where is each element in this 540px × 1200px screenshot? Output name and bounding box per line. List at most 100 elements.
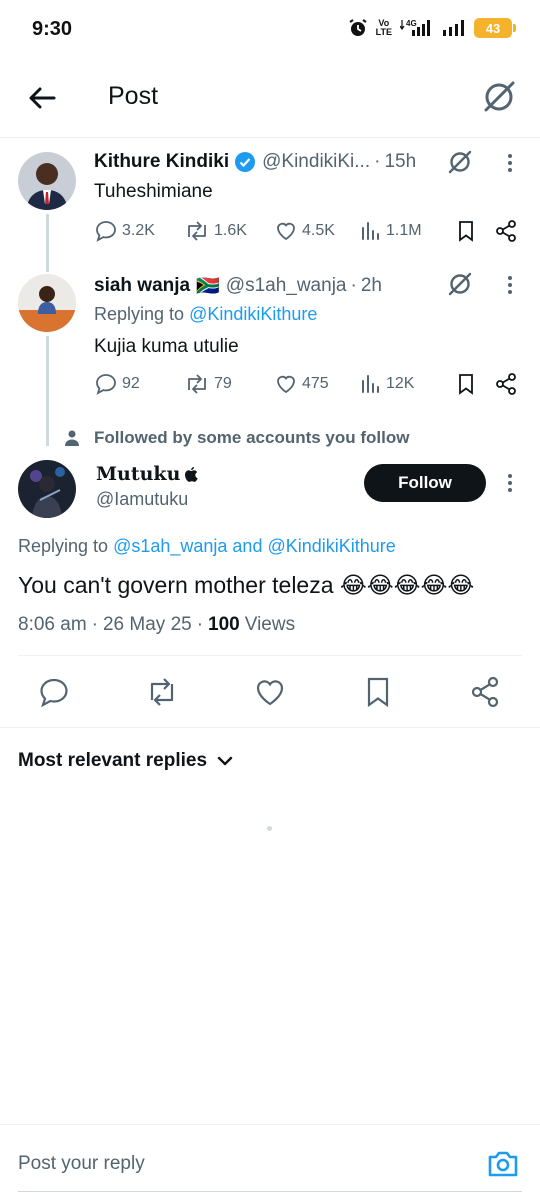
author-name[interactable]: Kithure Kindiki — [94, 151, 229, 173]
reply-icon — [96, 221, 116, 242]
repost-icon[interactable] — [144, 674, 180, 710]
svg-text:4G: 4G — [406, 19, 417, 28]
heart-icon — [277, 222, 295, 241]
reply-count: 3.2K — [122, 222, 155, 239]
reply-icon[interactable] — [36, 674, 72, 710]
thread-connector — [46, 336, 49, 446]
sort-label: Most relevant replies — [18, 750, 208, 771]
author-handle[interactable]: @s1ah_wanja — [226, 275, 347, 297]
battery-icon: 43 — [474, 18, 516, 38]
signal-4g-icon: 4G — [400, 19, 430, 36]
replying-to: Replying to @s1ah_wanja and @KindikiKith… — [18, 536, 396, 556]
back-arrow-icon[interactable] — [26, 82, 58, 114]
loading-indicator — [267, 826, 272, 831]
views-label: Views — [244, 614, 296, 635]
person-icon — [65, 430, 79, 446]
tweet-text: Tuheshimiane — [94, 181, 213, 202]
grok-icon[interactable] — [446, 148, 474, 176]
reply-input[interactable]: Post your reply — [18, 1153, 438, 1179]
divider — [18, 655, 522, 656]
tweet-header: siah wanja 🇿🇦 @s1ah_wanja · 2h — [94, 274, 382, 298]
social-context-text: Followed by some accounts you follow — [94, 428, 410, 447]
avatar[interactable] — [18, 274, 76, 332]
mention-link[interactable]: @KindikiKithure — [189, 304, 317, 324]
grok-icon[interactable] — [446, 270, 474, 298]
heart-icon[interactable] — [252, 674, 288, 710]
verified-badge-icon — [235, 152, 256, 172]
flag-emoji: 🇿🇦 — [196, 276, 220, 297]
views-count: 1.1M — [386, 222, 422, 239]
bookmark-icon[interactable] — [454, 219, 478, 243]
views-count: 100 — [208, 614, 240, 635]
reply-composer: Post your reply — [0, 1124, 540, 1200]
like-count: 475 — [302, 375, 329, 392]
heart-icon — [277, 375, 295, 394]
share-icon[interactable] — [494, 219, 518, 243]
apple-icon — [185, 467, 199, 482]
reply-underline — [18, 1191, 522, 1192]
share-icon[interactable] — [467, 674, 503, 710]
main-author-name[interactable]: Mutuku — [96, 463, 199, 485]
separator-dot: · — [374, 151, 381, 172]
reply-button[interactable]: 3.2K — [94, 219, 184, 243]
views-button[interactable]: 12K — [360, 372, 454, 396]
signal-icon — [443, 20, 464, 36]
main-post-actions — [0, 668, 540, 716]
like-button[interactable]: 4.5K — [274, 219, 360, 243]
status-time: 9:30 — [32, 18, 73, 40]
more-options-icon[interactable] — [498, 151, 522, 175]
author-handle[interactable]: @KindikiKi... — [262, 151, 370, 173]
page-title: Post — [108, 82, 159, 110]
tweet-actions: 3.2K 1.6K 4.5K 1.1M — [94, 219, 518, 243]
mention-link[interactable]: @s1ah_wanja and @KindikiKithure — [113, 536, 396, 556]
bookmark-icon[interactable] — [454, 372, 478, 396]
like-count: 4.5K — [302, 222, 335, 239]
share-icon[interactable] — [494, 372, 518, 396]
tweet-actions: 92 79 475 12K — [94, 372, 518, 396]
repost-count: 1.6K — [214, 222, 247, 239]
divider — [0, 727, 540, 728]
repost-button[interactable]: 79 — [184, 372, 274, 396]
post-age: 2h — [360, 275, 382, 296]
post-meta: 8:06 am · 26 May 25 · 100 Views — [18, 614, 296, 635]
status-icons: Vo LTE 4G 43 — [348, 18, 516, 38]
tweet-header: Kithure Kindiki @KindikiKi... · 15h — [94, 151, 416, 173]
alarm-icon — [349, 19, 367, 36]
status-bar: 9:30 Vo LTE 4G 43 — [0, 0, 540, 62]
post-date: 26 May 25 — [102, 614, 192, 635]
main-author-handle[interactable]: @Iamutuku — [96, 489, 188, 510]
app-header: Post — [0, 62, 540, 138]
more-options-icon[interactable] — [498, 273, 522, 297]
repost-button[interactable]: 1.6K — [184, 219, 274, 243]
views-chart-icon — [362, 222, 379, 240]
grok-icon[interactable] — [480, 78, 518, 116]
camera-icon[interactable] — [486, 1147, 520, 1181]
post-time: 8:06 am — [18, 614, 87, 635]
reply-button[interactable]: 92 — [94, 372, 184, 396]
post-age: 15h — [384, 151, 417, 172]
thread-connector — [46, 214, 49, 272]
views-chart-icon — [362, 375, 379, 393]
avatar[interactable] — [18, 460, 76, 518]
reply-icon — [96, 374, 116, 395]
bookmark-icon[interactable] — [360, 674, 396, 710]
replying-to: Replying to @KindikiKithure — [94, 304, 318, 324]
avatar[interactable] — [18, 152, 76, 210]
reply-count: 92 — [122, 375, 140, 392]
tweet-text: Kujia kuma utulie — [94, 336, 239, 357]
repost-icon — [188, 221, 206, 241]
views-button[interactable]: 1.1M — [360, 219, 454, 243]
views-count: 12K — [386, 375, 415, 392]
separator-dot: · — [350, 275, 357, 296]
repost-icon — [188, 374, 206, 394]
social-context: Followed by some accounts you follow — [64, 428, 409, 448]
author-name[interactable]: siah wanja — [94, 275, 190, 297]
chevron-down-icon — [217, 756, 233, 766]
more-options-icon[interactable] — [498, 471, 522, 495]
repost-count: 79 — [214, 375, 232, 392]
reply-sort-dropdown[interactable]: Most relevant replies — [18, 750, 235, 772]
follow-button[interactable]: Follow — [364, 464, 486, 502]
like-button[interactable]: 475 — [274, 372, 360, 396]
volte-indicator: Vo LTE — [375, 18, 392, 37]
main-post-text: You can't govern mother teleza 😂😂😂😂😂 — [18, 572, 475, 598]
